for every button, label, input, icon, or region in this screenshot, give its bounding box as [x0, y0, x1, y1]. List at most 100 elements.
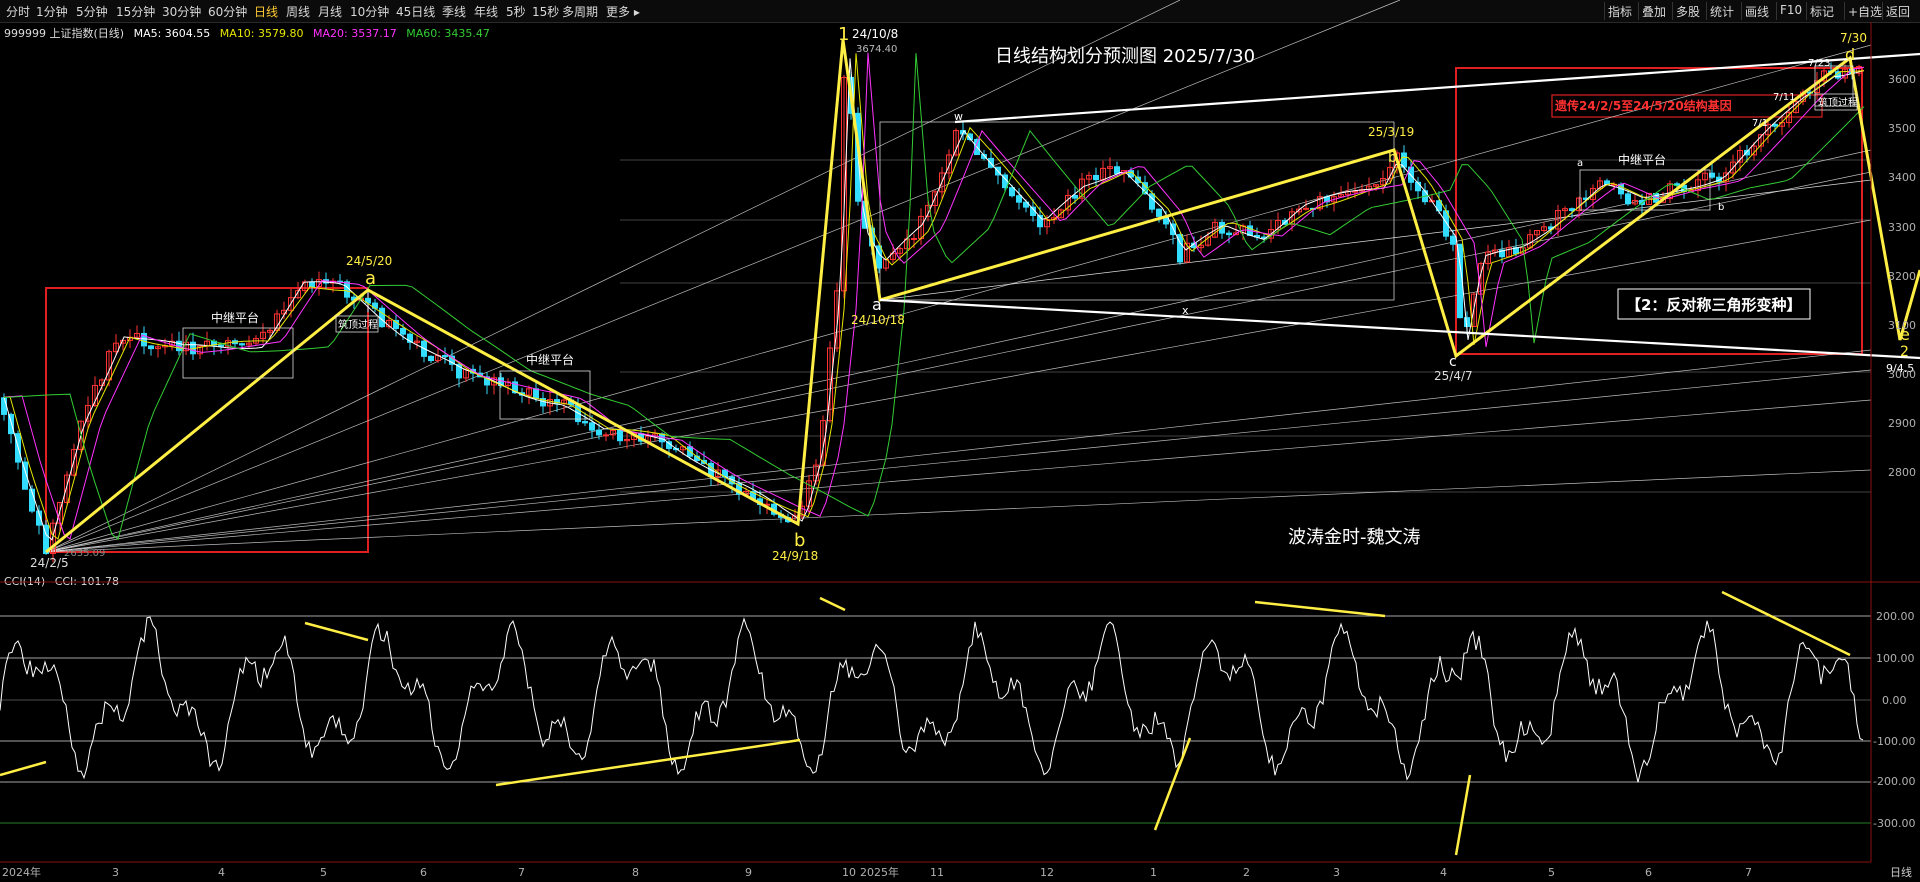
- point-e2-label: 2: [1900, 344, 1909, 360]
- y-tick-3600: 3600: [1888, 73, 1916, 86]
- candle-body: [617, 429, 623, 442]
- candle-body: [911, 238, 917, 241]
- point-b2-label: b: [1388, 150, 1397, 166]
- candle-body: [1156, 208, 1162, 217]
- cci-axis: 200.00 100.00 0.00 -100.00 -200.00 -300.…: [1873, 610, 1915, 830]
- fan-line: [45, 219, 1872, 553]
- y-tick-3100: 3100: [1888, 319, 1916, 332]
- x-tick-12: 12: [1040, 866, 1054, 879]
- chart-title: 日线结构划分预测图 2025/7/30: [995, 46, 1255, 67]
- x-tick-7: 7: [518, 866, 525, 879]
- y-tick-3500: 3500: [1888, 122, 1916, 135]
- cci-divergence-line: [1721, 590, 1851, 657]
- point-b1-date: 24/9/18: [772, 549, 818, 563]
- point-d-label: d: [1845, 45, 1855, 64]
- period-corner-label: 日线: [1890, 866, 1912, 879]
- fan-line: [45, 369, 1872, 553]
- cci-tick-100: 100.00: [1876, 652, 1915, 665]
- x-tick-3b: 3: [1333, 866, 1340, 879]
- point-a2-label: a: [872, 295, 882, 314]
- fan-line: [879, 179, 1872, 301]
- cci-tick-neg300: -300.00: [1873, 817, 1915, 830]
- candle-body: [603, 434, 609, 437]
- cci-tick-neg200: -200.00: [1873, 775, 1915, 788]
- point-small-a: a: [1577, 158, 1583, 169]
- x-tick-6b: 6: [1645, 866, 1652, 879]
- fan-line: [45, 0, 1181, 553]
- x-tick-1: 1: [1150, 866, 1157, 879]
- candle-body: [344, 281, 350, 298]
- fan-line: [45, 349, 1872, 553]
- x-tick-10: 10: [842, 866, 856, 879]
- fan-line: [45, 469, 1872, 553]
- candle-body: [1, 397, 7, 415]
- candle-body: [1093, 174, 1099, 181]
- ma10-line: [3, 53, 1865, 540]
- point-b1-label: b: [794, 530, 805, 551]
- candle-body: [400, 327, 406, 335]
- y-tick-3400: 3400: [1888, 171, 1916, 184]
- point-a2-date: 24/10/18: [851, 313, 905, 327]
- cci-divergence-line: [1153, 737, 1192, 831]
- point-wave1-label: 1: [838, 24, 849, 45]
- ma60-line: [3, 53, 1865, 540]
- candle-body: [1016, 195, 1022, 203]
- cci-divergence-line: [1454, 774, 1472, 856]
- point-x-label: x: [1182, 304, 1189, 317]
- stock-chart[interactable]: 日线结构划分预测图 2025/7/30 波涛金时-魏文涛 遗传24/2/5至24…: [0, 0, 1920, 882]
- relay-platform-label-1: 中继平台: [211, 310, 259, 325]
- point-c-date: 25/4/7: [1434, 369, 1473, 383]
- point-small-b: b: [1718, 202, 1724, 213]
- x-tick-7b: 7: [1745, 866, 1752, 879]
- candle-body: [379, 307, 385, 328]
- candle-body: [589, 422, 595, 431]
- y-tick-3200: 3200: [1888, 270, 1916, 283]
- x-tick-5: 5: [320, 866, 327, 879]
- cci-divergence-line: [0, 760, 47, 777]
- cci-divergence-line: [819, 596, 846, 612]
- point-d-date: 7/30: [1840, 31, 1867, 45]
- time-axis: 2024年 3 4 5 6 7 8 9 10 2025年 11 12 1 2 3…: [0, 861, 1871, 879]
- red-note-label: 遗传24/2/5至24/5/20结构基因: [1554, 98, 1732, 113]
- x-tick-2: 2: [1243, 866, 1250, 879]
- fan-line: [45, 0, 1401, 553]
- consolidation-box: [879, 121, 1395, 301]
- fan-line: [45, 171, 1872, 553]
- cci-tick-200: 200.00: [1876, 610, 1915, 623]
- cci-divergence-line: [495, 738, 801, 787]
- point-jul23: 7/23: [1808, 58, 1830, 69]
- x-tick-2024: 2024年: [2, 865, 41, 879]
- ma20-line: [3, 52, 1865, 540]
- moving-averages: [3, 52, 1865, 541]
- x-tick-2025: 2025年: [860, 865, 899, 879]
- x-tick-4: 4: [218, 866, 225, 879]
- cci-tick-0: 0.00: [1882, 694, 1907, 707]
- point-b2-date: 25/3/19: [1368, 125, 1414, 139]
- cci-divergence-line: [304, 621, 369, 642]
- candle-body: [1303, 207, 1309, 210]
- point-jul1: 7/1: [1752, 118, 1768, 129]
- y-tick-2900: 2900: [1888, 417, 1916, 430]
- point-a1-label: a: [365, 268, 376, 289]
- topping-label-1: 筑顶过程: [338, 318, 378, 331]
- x-tick-11: 11: [930, 866, 944, 879]
- x-tick-8: 8: [632, 866, 639, 879]
- candle-body: [428, 355, 434, 362]
- candle-body: [1569, 208, 1575, 212]
- cci-tick-neg100: -100.00: [1873, 735, 1915, 748]
- ma5-line: [3, 58, 1865, 541]
- x-tick-4b: 4: [1440, 866, 1447, 879]
- candle-body: [218, 344, 224, 347]
- point-wave1-date: 24/10/8: [852, 27, 898, 41]
- candle-body: [582, 421, 588, 424]
- candle-body: [1114, 166, 1120, 174]
- y-tick-2800: 2800: [1888, 466, 1916, 479]
- candle-body: [1450, 235, 1456, 245]
- candle-body: [442, 355, 448, 358]
- y-tick-3000: 3000: [1888, 368, 1916, 381]
- x-tick-9: 9: [745, 866, 752, 879]
- point-c-label: c: [1449, 354, 1457, 370]
- point-start-date: 24/2/5: [30, 556, 69, 570]
- topping-label-2: 筑顶过程: [1818, 96, 1858, 109]
- y-tick-3300: 3300: [1888, 221, 1916, 234]
